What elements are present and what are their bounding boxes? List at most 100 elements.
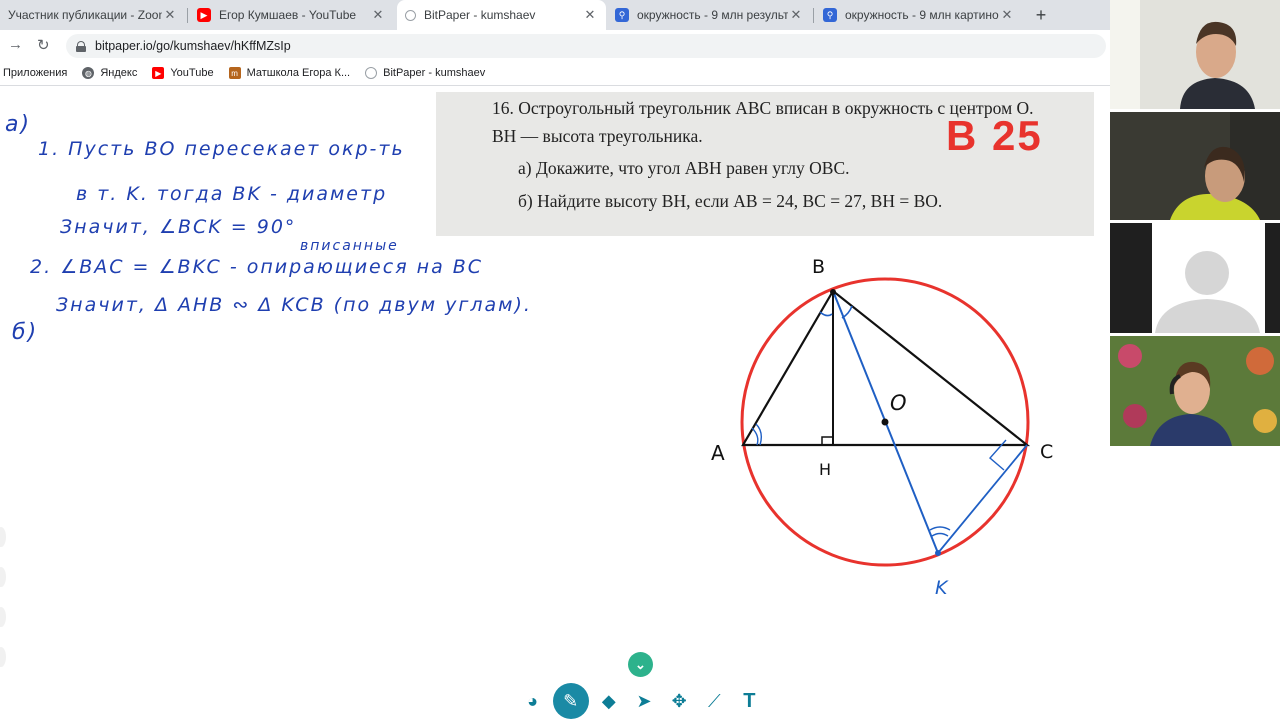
bookmark-matschool[interactable]: m Матшкола Егора К... [228,67,351,79]
close-icon[interactable]: ✕ [582,7,598,23]
participant-video [1110,336,1280,446]
note-line-2: в т. K. тогда BK - диаметр [76,183,388,205]
label-c: C [1040,441,1053,463]
variant-stamp: B 25 [946,112,1043,159]
center-point-o [881,418,889,426]
problem-statement-image: 16. Остроугольный треугольник ABC вписан… [436,92,1094,236]
reload-icon[interactable]: ↻ [37,36,50,54]
bookmark-bitpaper[interactable]: BitPaper - kumshaev [365,67,485,79]
eraser-tool-button[interactable]: ◆ [594,686,624,716]
pen-icon: ✎ [563,690,579,711]
note-line-3: Значит, ∠BCK = 90° [60,216,297,238]
problem-part-a: а) Докажите, что угол ABH равен углу OBC… [518,158,850,178]
tab-bar: Участник публикации - Zoom ✕ ▶ Егор Кумш… [0,0,1110,30]
url-text: bitpaper.io/go/kumshaev/hKffMZsIp [95,39,291,53]
canvas-edge-marker [0,607,6,627]
youtube-icon: ▶ [197,8,211,22]
search-icon: ⚲ [823,8,837,22]
participant-video [1110,112,1280,220]
pointer-icon: ➤ [636,690,652,711]
close-icon[interactable]: ✕ [788,7,804,23]
move-icon: ✥ [671,690,687,711]
tab-label: окружность - 9 млн результатов [637,8,788,22]
close-icon[interactable]: ✕ [999,7,1015,23]
bookmark-apps[interactable]: Приложения [3,67,67,79]
bookmark-label: Приложения [3,67,68,79]
note-line-4: 2. ∠BAC = ∠BKC - опирающиеся на BC [30,256,484,278]
note-part-b-label: б) [12,320,39,345]
drawing-toolbar: ◕ ✎ ◆ ➤ ✥ ⟋ T [515,682,767,720]
address-toolbar: → ↻ bitpaper.io/go/kumshaev/hKffMZsIp [0,30,1110,61]
pointer-tool-button[interactable]: ➤ [629,686,659,716]
lock-icon [76,40,86,52]
angle-mark-a2 [751,427,759,446]
tab-label: окружность - 9 млн картинок. Г [845,8,999,22]
bookmark-label: BitPaper - kumshaev [383,67,486,79]
bookmark-label: Матшкола Егора К... [246,67,351,79]
note-annotation: вписанные [300,238,399,254]
tab-label: Участник публикации - Zoom [8,8,162,22]
bitpaper-icon [365,67,378,79]
note-part-a-label: а) [5,112,32,137]
angle-mark-abh [819,311,833,317]
note-line-5: Значит, Δ AHB ∾ Δ KCB (по двум углам). [56,294,532,316]
video-tile-1[interactable] [1110,0,1280,109]
vertex-b-point [830,289,836,295]
new-tab-button[interactable]: + [1030,3,1052,27]
tab-label: BitPaper - kumshaev [424,8,536,22]
segment-ck [937,444,1028,554]
bookmark-label: Яндекс [100,67,138,79]
close-icon[interactable]: ✕ [162,7,178,23]
close-icon[interactable]: ✕ [370,7,386,23]
tab-zoom[interactable]: Участник публикации - Zoom ✕ [0,0,186,30]
canvas-edge-marker [0,567,6,587]
globe-icon: ◍ [82,67,95,79]
bookmarks-bar: Приложения ◍ Яндекс ▶ YouTube m Матшкола… [0,61,1110,86]
bookmark-label: YouTube [170,67,214,79]
label-h: H [819,460,831,479]
text-tool-button[interactable]: T [734,686,764,716]
bookmark-youtube[interactable]: ▶ YouTube [152,67,214,79]
note-line-1: 1. Пусть BO пересекает окр-ть [38,138,405,160]
palette-tool-button[interactable]: ◕ [518,686,548,716]
collapse-toolbar-button[interactable]: ⌄ [628,652,653,677]
angle-mark-k [929,526,951,531]
angle-mark-k2 [931,532,949,537]
address-bar[interactable]: bitpaper.io/go/kumshaev/hKffMZsIp [66,34,1106,58]
youtube-icon: ▶ [152,67,165,79]
geometry-figure: B A C H O K [711,256,1053,599]
angle-mark-obc [841,305,853,319]
search-icon: ⚲ [615,8,629,22]
label-k: K [935,577,949,599]
pen-tool-button[interactable]: ✎ [552,683,589,719]
tab-label: Егор Кумшаев - YouTube [219,8,357,22]
bitpaper-icon [405,9,416,21]
laser-tool-button[interactable]: ⟋ [699,686,729,716]
video-tile-3[interactable] [1110,223,1280,333]
move-tool-button[interactable]: ✥ [664,686,694,716]
tab-search-images[interactable]: ⚲ окружность - 9 млн картинок. Г ✕ [815,0,1023,30]
bookmark-yandex[interactable]: ◍ Яндекс [82,67,137,79]
canvas-edge-marker [0,527,6,547]
right-angle-mark-h [821,436,833,445]
problem-part-b: б) Найдите высоту BH, если AB = 24, BC =… [518,191,943,211]
school-icon: m [228,67,241,79]
tab-separator [813,8,814,23]
label-a: A [711,441,725,465]
eraser-icon: ◆ [601,690,616,711]
tab-search-results[interactable]: ⚲ окружность - 9 млн результатов ✕ [607,0,812,30]
video-tile-4[interactable] [1110,336,1280,446]
participant-video [1110,0,1280,109]
tab-bitpaper[interactable]: BitPaper - kumshaev ✕ [397,0,606,30]
text-icon: T [743,689,756,712]
label-o: O [890,391,907,415]
point-k [935,550,941,556]
chevron-down-icon: ⌄ [635,657,646,672]
avatar [1110,223,1280,333]
problem-line-2: BH — высота треугольника. [492,126,703,146]
palette-icon: ◕ [527,690,538,711]
tab-youtube[interactable]: ▶ Егор Кумшаев - YouTube ✕ [189,0,394,30]
video-tile-2[interactable] [1110,112,1280,220]
laser-icon: ⟋ [707,690,721,711]
forward-icon[interactable]: → [8,36,23,53]
